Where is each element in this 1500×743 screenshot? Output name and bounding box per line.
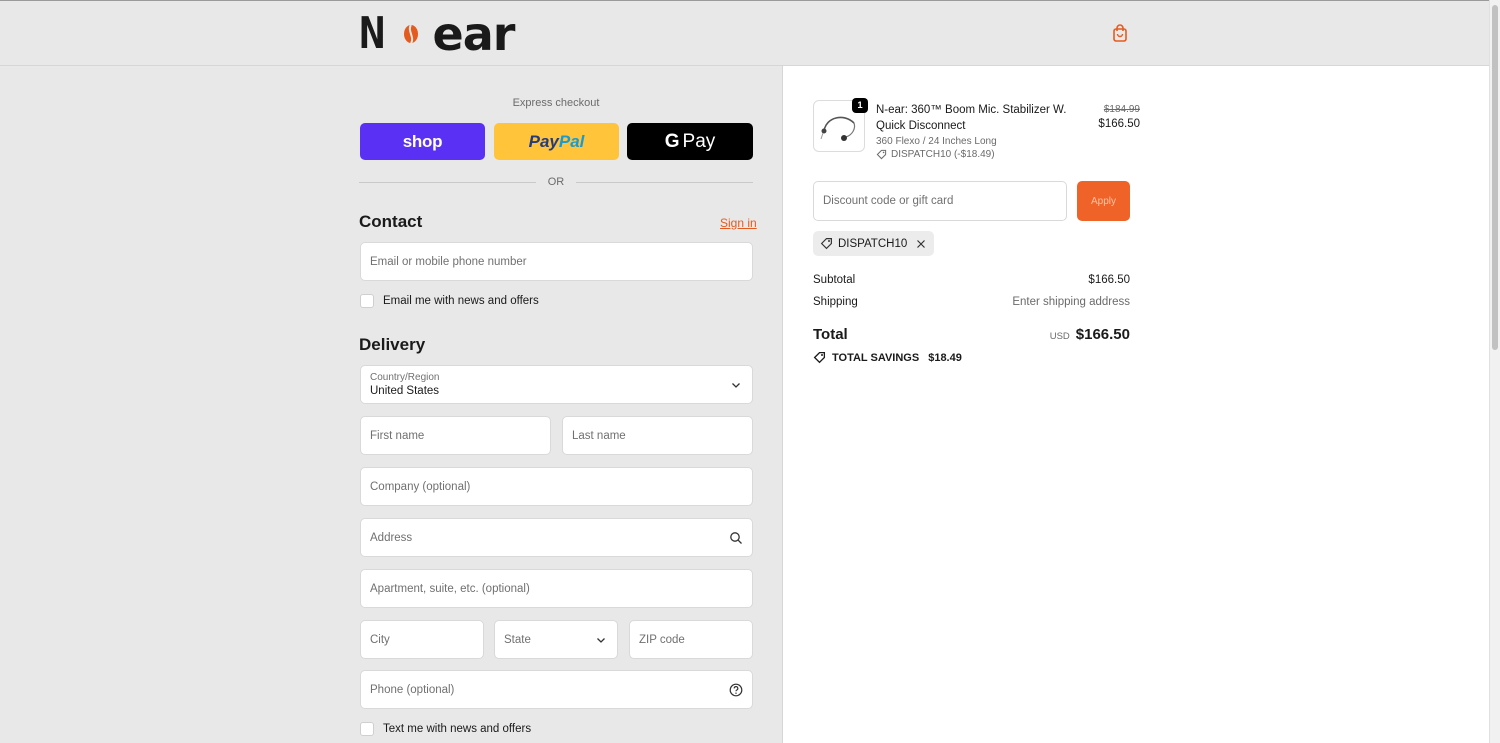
or-divider: OR: [359, 175, 753, 189]
state-placeholder: State: [504, 633, 531, 646]
total-savings: TOTAL SAVINGS $18.49: [813, 351, 962, 364]
currency-code: USD: [1049, 331, 1070, 342]
email-field[interactable]: Email or mobile phone number: [360, 242, 753, 281]
city-placeholder: City: [370, 633, 390, 646]
discount-placeholder: Discount code or gift card: [823, 195, 954, 207]
logo-wordmark: ear: [432, 7, 516, 61]
savings-label: TOTAL SAVINGS: [832, 351, 920, 364]
city-field[interactable]: City: [360, 620, 484, 659]
phone-field[interactable]: Phone (optional): [360, 670, 753, 709]
sign-in-link[interactable]: Sign in: [720, 216, 757, 230]
logo-bean-icon: [402, 14, 420, 54]
address-placeholder: Address: [370, 531, 413, 544]
product-discount: DISPATCH10 (-$18.49): [876, 149, 995, 160]
shop-pay-button[interactable]: shop: [360, 123, 485, 160]
paypal-label-b: Pal: [558, 131, 585, 151]
checkbox[interactable]: [360, 294, 374, 308]
country-select[interactable]: Country/Region United States: [360, 365, 753, 404]
applied-code: DISPATCH10: [838, 237, 908, 250]
chevron-down-icon: [594, 633, 608, 647]
discount-code-input[interactable]: Discount code or gift card: [813, 181, 1067, 221]
apartment-placeholder: Apartment, suite, etc. (optional): [370, 582, 530, 595]
state-select[interactable]: State: [494, 620, 618, 659]
scrollbar-thumb[interactable]: [1492, 5, 1498, 350]
contact-heading: Contact: [359, 212, 423, 231]
google-g-icon: G: [664, 130, 680, 152]
divider-line: [576, 181, 753, 183]
shopping-bag-icon[interactable]: [1110, 23, 1130, 43]
email-news-label: Email me with news and offers: [383, 295, 539, 307]
first-name-placeholder: First name: [370, 429, 425, 442]
phone-placeholder: Phone (optional): [370, 683, 455, 696]
last-name-placeholder: Last name: [572, 429, 626, 442]
help-icon[interactable]: [729, 683, 743, 697]
quantity-badge: 1: [852, 98, 868, 113]
subtotal-label: Subtotal: [813, 274, 856, 286]
divider-line: [359, 181, 536, 183]
shipping-row: Shipping Enter shipping address: [813, 296, 1130, 308]
company-field[interactable]: Company (optional): [360, 467, 753, 506]
subtotal-row: Subtotal $166.50: [813, 274, 1130, 286]
company-placeholder: Company (optional): [370, 480, 471, 493]
subtotal-value: $166.50: [1088, 274, 1130, 286]
paypal-button[interactable]: Pay Pal: [494, 123, 619, 160]
order-summary-panel: [784, 66, 1489, 743]
zip-placeholder: ZIP code: [639, 633, 685, 646]
savings-value: $18.49: [928, 351, 962, 364]
email-placeholder: Email or mobile phone number: [370, 255, 527, 268]
last-name-field[interactable]: Last name: [562, 416, 753, 455]
header: N ear: [0, 1, 1489, 66]
or-text: OR: [547, 176, 565, 188]
tag-icon: [820, 237, 833, 250]
email-news-checkbox[interactable]: Email me with news and offers: [360, 293, 539, 309]
tag-icon: [813, 351, 826, 364]
total-row: Total USD $166.50: [813, 326, 1130, 343]
store-logo[interactable]: N ear: [359, 7, 516, 61]
search-icon[interactable]: [729, 531, 743, 545]
apply-button[interactable]: Apply: [1077, 181, 1130, 221]
first-name-field[interactable]: First name: [360, 416, 551, 455]
chevron-down-icon: [729, 378, 743, 392]
text-news-checkbox[interactable]: Text me with news and offers: [360, 721, 531, 737]
express-checkout-title: Express checkout: [512, 97, 600, 109]
address-field[interactable]: Address: [360, 518, 753, 557]
delivery-heading: Delivery: [359, 335, 426, 354]
apartment-field[interactable]: Apartment, suite, etc. (optional): [360, 569, 753, 608]
product-discount-text: DISPATCH10 (-$18.49): [891, 149, 995, 160]
product-title: N-ear: 360™ Boom Mic. Stabilizer W. Quic…: [876, 104, 1067, 132]
country-label: Country/Region: [370, 372, 440, 383]
paypal-label-a: Pay: [528, 131, 559, 151]
shop-pay-label: shop: [402, 131, 443, 151]
logo-letter: N: [359, 8, 387, 59]
country-value: United States: [370, 385, 440, 397]
page-scrollbar[interactable]: [1489, 0, 1500, 743]
zip-field[interactable]: ZIP code: [629, 620, 753, 659]
total-value: $166.50: [1075, 326, 1130, 343]
product-variant: 360 Flexo / 24 Inches Long: [876, 136, 997, 147]
shipping-label: Shipping: [813, 296, 858, 308]
tag-icon: [876, 149, 887, 160]
total-label: Total: [813, 326, 848, 343]
total-amount: USD $166.50: [1050, 326, 1130, 343]
text-news-label: Text me with news and offers: [383, 723, 532, 735]
google-pay-button[interactable]: G Pay: [627, 123, 753, 160]
applied-discount-chip: DISPATCH10: [813, 231, 935, 256]
shipping-value: Enter shipping address: [1012, 296, 1130, 308]
google-pay-label: Pay: [682, 130, 716, 152]
remove-discount-icon[interactable]: [916, 239, 926, 249]
original-price: $184.99: [1103, 104, 1140, 115]
product-price: $166.50: [1098, 118, 1140, 130]
checkbox[interactable]: [360, 722, 374, 736]
